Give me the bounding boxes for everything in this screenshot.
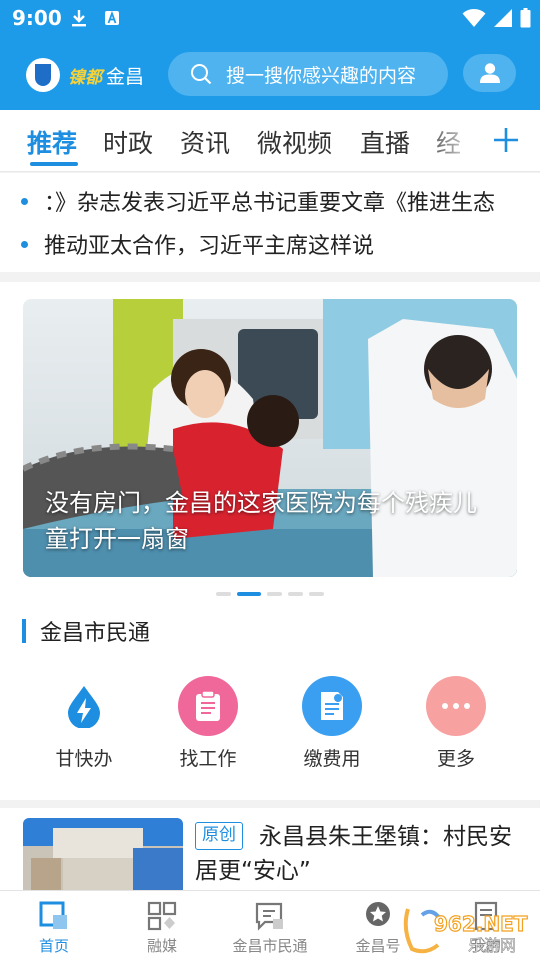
- bill-icon: [302, 676, 362, 736]
- section-title: 金昌市民通: [40, 621, 151, 646]
- service-label: 找工作: [179, 748, 237, 770]
- status-bar: 9:00: [0, 0, 540, 36]
- logo-text: 金昌: [106, 65, 145, 88]
- nav-label: 首页: [38, 937, 69, 955]
- news-title: 永昌县朱王堡镇：村民安居更“安心”: [195, 824, 512, 884]
- original-badge: 原创: [195, 822, 243, 850]
- headline-item[interactable]: 推动亚太合作，习近平主席这样说: [0, 224, 540, 264]
- feature-card: 没有房门，金昌的这家医院为每个残疾儿童打开一扇窗 金昌市民通 甘快办 找工作 缴…: [0, 282, 540, 800]
- lightning-drop-icon: [54, 676, 114, 736]
- service-find-job[interactable]: 找工作: [153, 676, 263, 776]
- plus-icon: [494, 128, 518, 152]
- user-icon: [479, 63, 500, 83]
- user-button[interactable]: [463, 54, 516, 92]
- service-more[interactable]: 更多: [401, 676, 511, 776]
- app-logo[interactable]: 镍都 金昌: [26, 55, 144, 95]
- app-screen: 9:00 镍都 金昌 搜一搜你感兴趣的内容 推荐 时政 资讯 微视频 直播 ：》…: [0, 0, 540, 960]
- section-header: 金昌市民通: [22, 618, 151, 646]
- nav-home[interactable]: 首页: [0, 899, 108, 959]
- tab-politics[interactable]: 时政: [103, 124, 153, 160]
- service-label: 更多: [436, 748, 475, 770]
- headline-text: ：》杂志发表习近平总书记重要文章《推进生态: [44, 191, 496, 216]
- nav-media[interactable]: 融媒: [108, 899, 216, 959]
- headline-list: ：》杂志发表习近平总书记重要文章《推进生态 推动亚太合作，习近平主席这样说: [0, 173, 540, 272]
- carousel-banner[interactable]: 没有房门，金昌的这家医院为每个残疾儿童打开一扇窗: [23, 299, 517, 577]
- headline-text: 推动亚太合作，习近平主席这样说: [44, 234, 375, 259]
- tab-fade: [420, 110, 480, 170]
- signal-icon: [492, 7, 514, 29]
- tab-live[interactable]: 直播: [360, 124, 410, 160]
- service-gankuaiban[interactable]: 甘快办: [29, 676, 139, 776]
- pagination-dot[interactable]: [216, 592, 231, 596]
- pagination-dot[interactable]: [309, 592, 324, 596]
- star-badge-icon: [361, 899, 395, 933]
- banner-title: 没有房门，金昌的这家医院为每个残疾儿童打开一扇窗: [45, 489, 477, 553]
- tab-micro-video[interactable]: 微视频: [257, 124, 332, 160]
- home-icon: [37, 899, 71, 933]
- service-pay-fees[interactable]: 缴费用: [277, 676, 387, 776]
- search-bar[interactable]: 搜一搜你感兴趣的内容: [168, 52, 448, 96]
- status-time: 9:00: [12, 6, 62, 30]
- pagination-dot[interactable]: [267, 592, 282, 596]
- section-accent-bar: [22, 619, 26, 643]
- active-tab-indicator: [30, 162, 78, 166]
- app-header: 镍都 金昌 搜一搜你感兴趣的内容: [0, 40, 540, 110]
- font-notification-icon: [103, 7, 121, 29]
- wifi-icon: [462, 7, 486, 29]
- watermark-text-top: 962.NET: [434, 912, 528, 936]
- pagination-dot[interactable]: [288, 592, 303, 596]
- news-thumbnail: [23, 818, 183, 890]
- battery-icon: [518, 7, 532, 29]
- logo-calligraphy: 镍都: [68, 67, 102, 88]
- logo-emblem-icon: [26, 58, 60, 92]
- top-bar: 9:00 镍都 金昌 搜一搜你感兴趣的内容: [0, 0, 540, 110]
- nav-label: 融媒: [146, 937, 177, 955]
- channel-tabs: 推荐 时政 资讯 微视频 直播 经: [0, 110, 540, 172]
- headline-item[interactable]: ：》杂志发表习近平总书记重要文章《推进生态: [0, 181, 540, 221]
- clipboard-icon: [178, 676, 238, 736]
- carousel-pagination: [216, 592, 324, 596]
- service-label: 甘快办: [55, 748, 113, 770]
- news-item[interactable]: 永昌县朱王堡镇：村民安居更“安心” 原创: [0, 808, 540, 890]
- service-label: 缴费用: [303, 748, 361, 770]
- search-placeholder: 搜一搜你感兴趣的内容: [226, 64, 417, 87]
- bullet-dot: [21, 197, 28, 205]
- site-watermark: 962.NET 乐游网: [398, 905, 536, 957]
- pagination-dot-active[interactable]: [237, 592, 261, 596]
- nav-citizen[interactable]: 金昌市民通: [216, 899, 324, 959]
- tab-recommend[interactable]: 推荐: [27, 124, 77, 160]
- search-icon: [188, 61, 214, 87]
- watermark-text-bottom: 乐游网: [468, 936, 516, 955]
- message-icon: [253, 899, 287, 933]
- grid-icon: [145, 899, 179, 933]
- download-icon: [70, 7, 88, 29]
- nav-label: 金昌市民通: [232, 937, 308, 955]
- tab-news[interactable]: 资讯: [180, 124, 230, 160]
- more-dots-icon: [426, 676, 486, 736]
- add-channel-button[interactable]: [484, 118, 528, 162]
- bullet-dot: [21, 240, 28, 248]
